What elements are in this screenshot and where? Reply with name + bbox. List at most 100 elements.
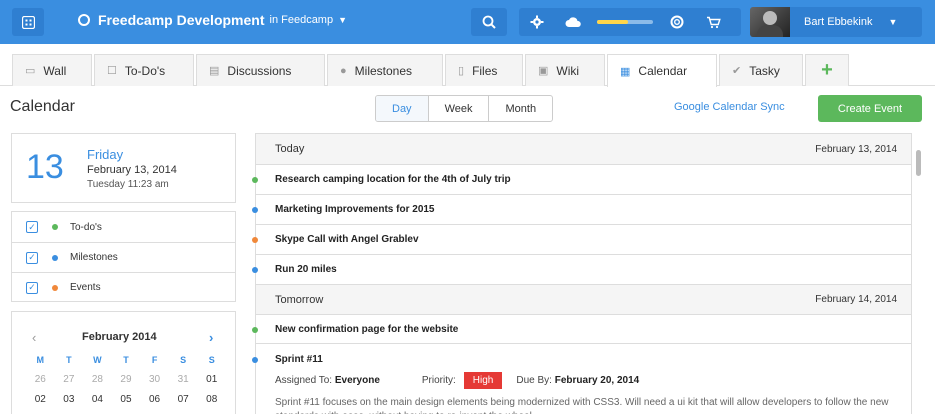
project-name: Freedcamp Development [98, 12, 265, 28]
wall-icon: ▭ [25, 65, 36, 77]
today-day-number: 13 [26, 148, 64, 186]
milestone-dot [252, 207, 258, 213]
tab-todos[interactable]: ☐ To-Do's [94, 54, 194, 86]
view-week-button[interactable]: Week [427, 96, 489, 121]
event-item[interactable]: Marketing Improvements for 2015 [252, 194, 911, 224]
google-calendar-sync-link[interactable]: Google Calendar Sync [674, 101, 785, 113]
grid-icon [21, 15, 35, 29]
calendar-day[interactable]: 08 [197, 394, 226, 405]
user-name: Bart Ebbekink [804, 16, 873, 28]
search-button[interactable] [471, 8, 507, 36]
store-button[interactable] [695, 16, 731, 29]
weekday-header: T [66, 355, 72, 365]
calendar-day[interactable]: 01 [197, 374, 226, 385]
calendar-day[interactable]: 27 [55, 374, 84, 385]
calendar-day[interactable]: 30 [140, 374, 169, 385]
tab-label: Wall [43, 63, 67, 78]
mini-calendar-grid: M T W T F S S 26 27 28 29 30 31 01 02 03… [26, 355, 226, 405]
view-month-button[interactable]: Month [488, 96, 552, 121]
filter-todos[interactable]: ✓ To-do's [12, 212, 235, 242]
chevron-down-icon: ▼ [888, 17, 898, 27]
add-app-button[interactable]: + [805, 54, 849, 86]
filter-label: Milestones [70, 252, 118, 263]
calendar-day[interactable]: 26 [26, 374, 55, 385]
calendar-filters: ✓ To-do's ✓ Milestones ✓ Events [11, 211, 236, 302]
app-tabs: ▭ Wall ☐ To-Do's ▤ Discussions ● Milesto… [0, 54, 935, 87]
scrollbar[interactable] [916, 150, 921, 176]
storage-usage-fill [597, 20, 628, 24]
checkbox-icon[interactable]: ✓ [26, 251, 38, 264]
event-item-expanded[interactable]: Sprint #11 Assigned To: Everyone Priorit… [252, 343, 911, 414]
tab-label: Discussions [227, 63, 292, 78]
calendar-day[interactable]: 28 [83, 374, 112, 385]
tab-discussions[interactable]: ▤ Discussions [196, 54, 325, 86]
due-label: Due By: [516, 375, 552, 386]
help-button[interactable] [659, 15, 695, 29]
mini-calendar-month: February 2014 [82, 331, 157, 343]
event-item[interactable]: New confirmation page for the website [252, 314, 911, 344]
calendar-day[interactable]: 07 [169, 394, 198, 405]
calendar-day[interactable]: 31 [169, 374, 198, 385]
weekday-header: S [180, 355, 187, 365]
storage-usage-bar [597, 20, 653, 24]
view-day-button[interactable]: Day [376, 96, 428, 121]
calendar-day[interactable]: 06 [140, 394, 169, 405]
tab-label: Wiki [556, 63, 580, 78]
plus-icon: + [821, 59, 833, 81]
tab-calendar[interactable]: ▦ Calendar [607, 54, 717, 87]
tab-wiki[interactable]: ▣ Wiki [525, 54, 605, 86]
tab-milestones[interactable]: ● Milestones [327, 54, 443, 86]
filter-events[interactable]: ✓ Events [12, 272, 235, 302]
settings-button[interactable] [519, 15, 555, 29]
event-item[interactable]: Run 20 miles [252, 254, 911, 284]
project-org: in Feedcamp [269, 14, 334, 26]
milestone-color-dot [52, 254, 58, 261]
tab-tasky[interactable]: ✔ Tasky [719, 54, 803, 86]
event-meta: Assigned To: Everyone Priority: High Due… [275, 372, 639, 389]
tab-label: Calendar [638, 64, 688, 78]
checkbox-icon[interactable]: ✓ [26, 281, 38, 294]
calendar-day[interactable]: 02 [26, 394, 55, 405]
event-item[interactable]: Skype Call with Angel Grablev [252, 224, 911, 254]
tab-files[interactable]: ▯ Files [445, 54, 523, 86]
calendar-day[interactable]: 29 [112, 374, 141, 385]
storage-button[interactable] [555, 16, 591, 28]
top-bar: Freedcamp Development in Feedcamp ▼ Bart… [0, 0, 935, 44]
event-title: Research camping location for the 4th of… [275, 174, 511, 185]
wiki-icon: ▣ [538, 65, 549, 77]
chevron-right-icon[interactable]: › [209, 330, 213, 345]
event-title: Skype Call with Angel Grablev [275, 234, 419, 245]
checkbox-icon[interactable]: ✓ [26, 221, 38, 233]
event-item[interactable]: Research camping location for the 4th of… [252, 164, 911, 194]
milestone-icon: ● [340, 64, 347, 77]
tab-wall[interactable]: ▭ Wall [12, 54, 92, 86]
cloud-icon [565, 17, 581, 27]
mini-calendar: ‹ February 2014 › M T W T F S S 26 27 28… [11, 311, 236, 414]
today-weekday: Friday [87, 147, 124, 162]
weekday-header: M [36, 355, 45, 365]
filter-label: To-do's [70, 221, 102, 233]
toolbar-icons [519, 8, 741, 36]
calendar-day[interactable]: 05 [112, 394, 141, 405]
calendar-day[interactable]: 04 [83, 394, 112, 405]
current-time: Tuesday 11:23 am [87, 179, 169, 190]
avatar [750, 7, 790, 37]
event-list: Today February 13, 2014 Research camping… [252, 133, 912, 414]
calendar-day[interactable]: 03 [55, 394, 84, 405]
assigned-value: Everyone [334, 375, 380, 386]
todo-dot [252, 177, 258, 183]
todo-dot [252, 327, 258, 333]
apps-button[interactable] [12, 8, 44, 36]
weekday-header: T [123, 355, 129, 365]
chevron-left-icon[interactable]: ‹ [32, 330, 36, 345]
filter-milestones[interactable]: ✓ Milestones [12, 242, 235, 272]
todo-icon: ☐ [107, 65, 117, 77]
file-icon: ▯ [458, 65, 465, 77]
today-card: 13 Friday February 13, 2014 Tuesday 11:2… [11, 133, 236, 203]
project-switcher[interactable]: Freedcamp Development in Feedcamp ▼ [78, 12, 347, 28]
create-event-button[interactable]: Create Event [818, 95, 922, 122]
tab-label: Tasky [749, 63, 780, 78]
user-menu[interactable]: Bart Ebbekink ▼ [750, 7, 922, 37]
event-dot [252, 237, 258, 243]
group-date: February 13, 2014 [815, 143, 897, 155]
